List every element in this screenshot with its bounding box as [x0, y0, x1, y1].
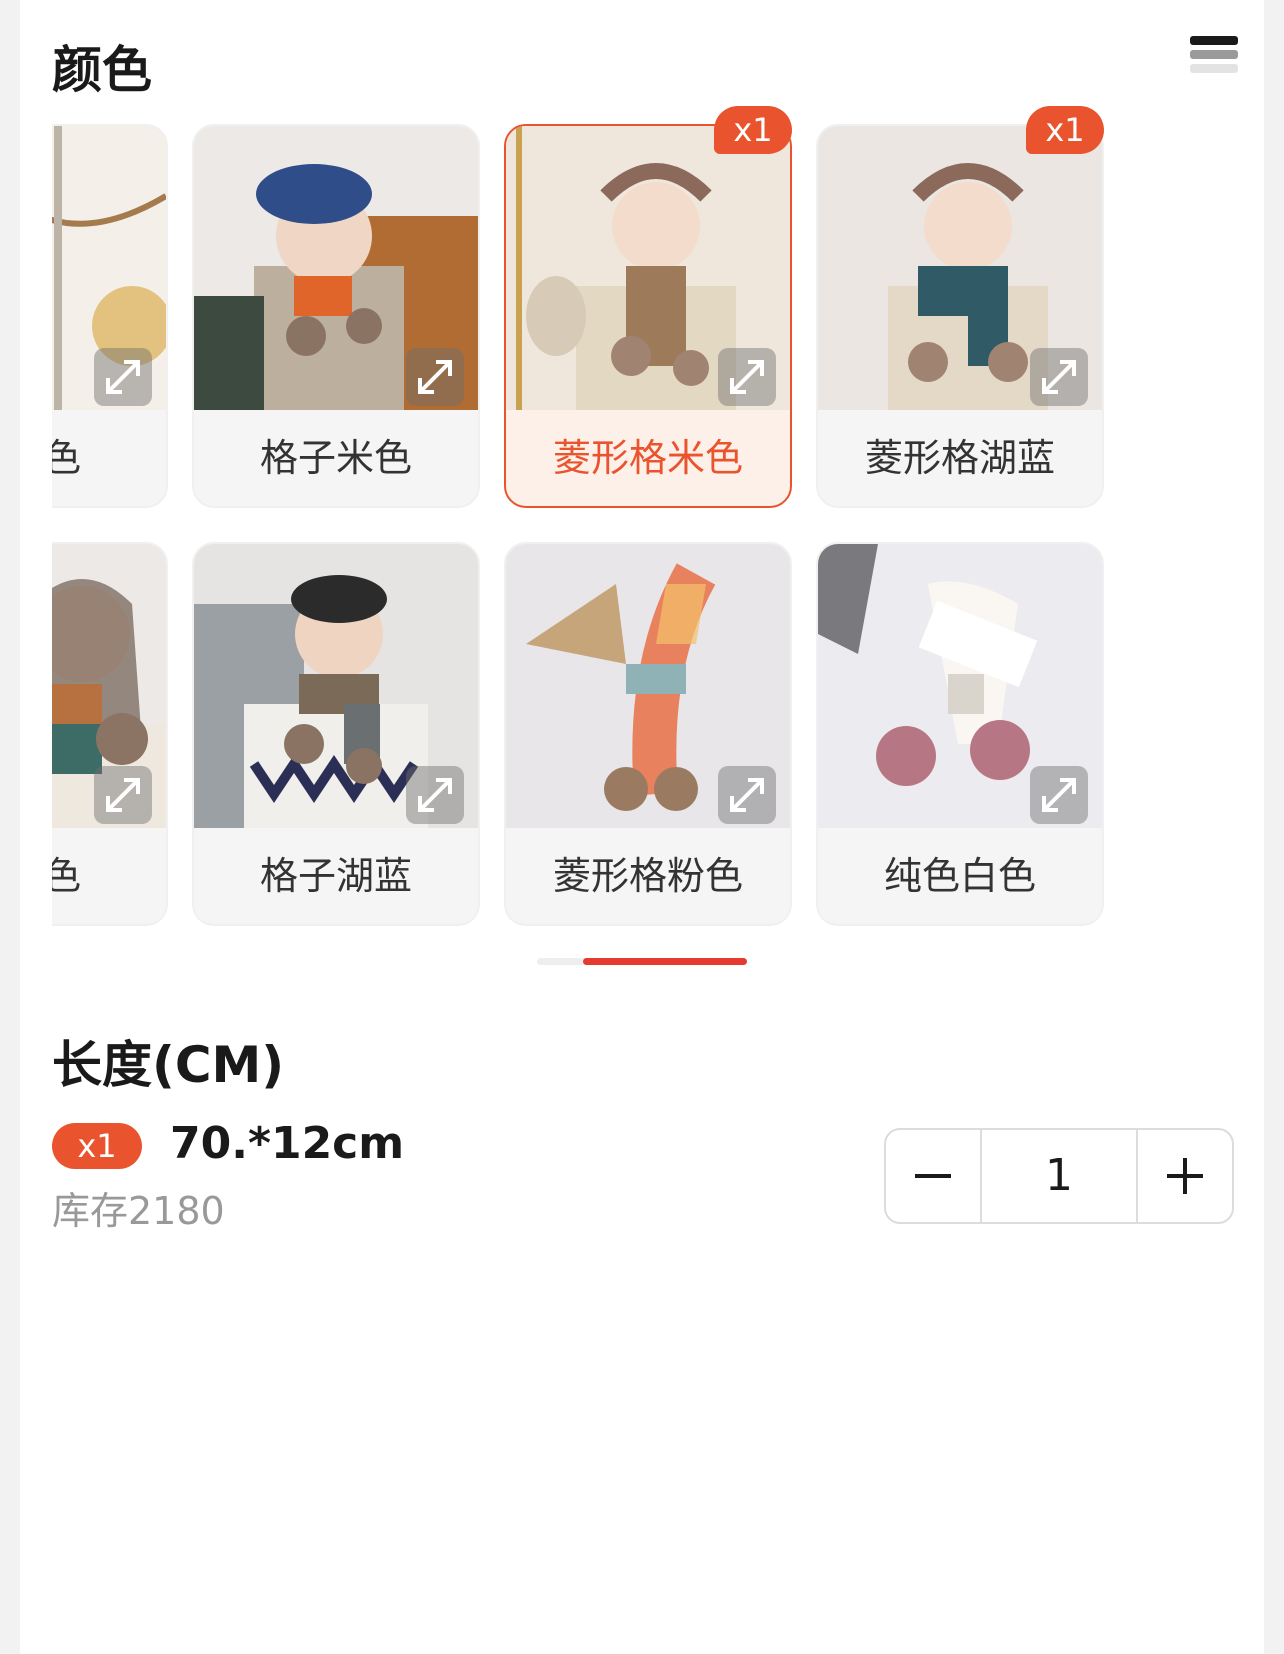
quantity-badge: x1 [714, 106, 792, 154]
color-section-title: 颜色 [52, 41, 152, 99]
plus-icon [1167, 1158, 1203, 1194]
expand-icon[interactable] [406, 766, 464, 824]
expand-icon[interactable] [1030, 766, 1088, 824]
minus-icon [915, 1174, 951, 1178]
quantity-badge: x1 [1026, 106, 1104, 154]
expand-icon[interactable] [1030, 348, 1088, 406]
color-option-label: 格粉色 [52, 436, 81, 480]
expand-icon[interactable] [94, 348, 152, 406]
expand-icon[interactable] [718, 766, 776, 824]
stock-count: 库存2180 [52, 1189, 225, 1233]
increment-button[interactable] [1138, 1130, 1232, 1222]
color-option-label: 菱形格米色 [552, 436, 743, 480]
color-option-card[interactable]: 子橘色 [52, 542, 168, 926]
color-option-card[interactable]: 格粉色 [52, 124, 168, 508]
carousel-scroll-indicator [537, 958, 747, 965]
expand-icon[interactable] [94, 766, 152, 824]
color-option-card[interactable]: 格子湖蓝 [192, 542, 480, 926]
color-option-label: 格子湖蓝 [259, 854, 412, 898]
color-option-label: 菱形格粉色 [552, 854, 743, 898]
color-option-label: 子橘色 [52, 854, 81, 898]
carousel-scroll-indicator-thumb [583, 958, 747, 965]
color-options-carousel[interactable]: 格粉色 格子米色 菱形格米色 x1 [52, 100, 1222, 950]
menu-icon[interactable] [1190, 36, 1238, 86]
quantity-input[interactable]: 1 [980, 1130, 1138, 1222]
color-option-card-selected[interactable]: 菱形格米色 x1 [504, 106, 792, 508]
color-option-label: 菱形格湖蓝 [864, 436, 1055, 480]
sku-selector-sheet: 颜色 格粉色 格子米色 [20, 0, 1264, 1654]
color-option-card[interactable]: 菱形格湖蓝 x1 [816, 106, 1104, 508]
color-option-card[interactable]: 纯色白色 [816, 542, 1104, 926]
spec-option-name[interactable]: 70.*12cm [170, 1118, 404, 1169]
expand-icon[interactable] [718, 348, 776, 406]
decrement-button[interactable] [886, 1130, 980, 1222]
quantity-stepper: 1 [884, 1128, 1234, 1224]
length-section-title: 长度(CM) [52, 1036, 285, 1094]
spec-quantity-badge: x1 [52, 1123, 142, 1169]
color-option-card[interactable]: 格子米色 [192, 124, 480, 508]
color-option-label: 纯色白色 [883, 854, 1036, 898]
color-option-card[interactable]: 菱形格粉色 [504, 542, 792, 926]
expand-icon[interactable] [406, 348, 464, 406]
color-option-label: 格子米色 [259, 436, 412, 480]
